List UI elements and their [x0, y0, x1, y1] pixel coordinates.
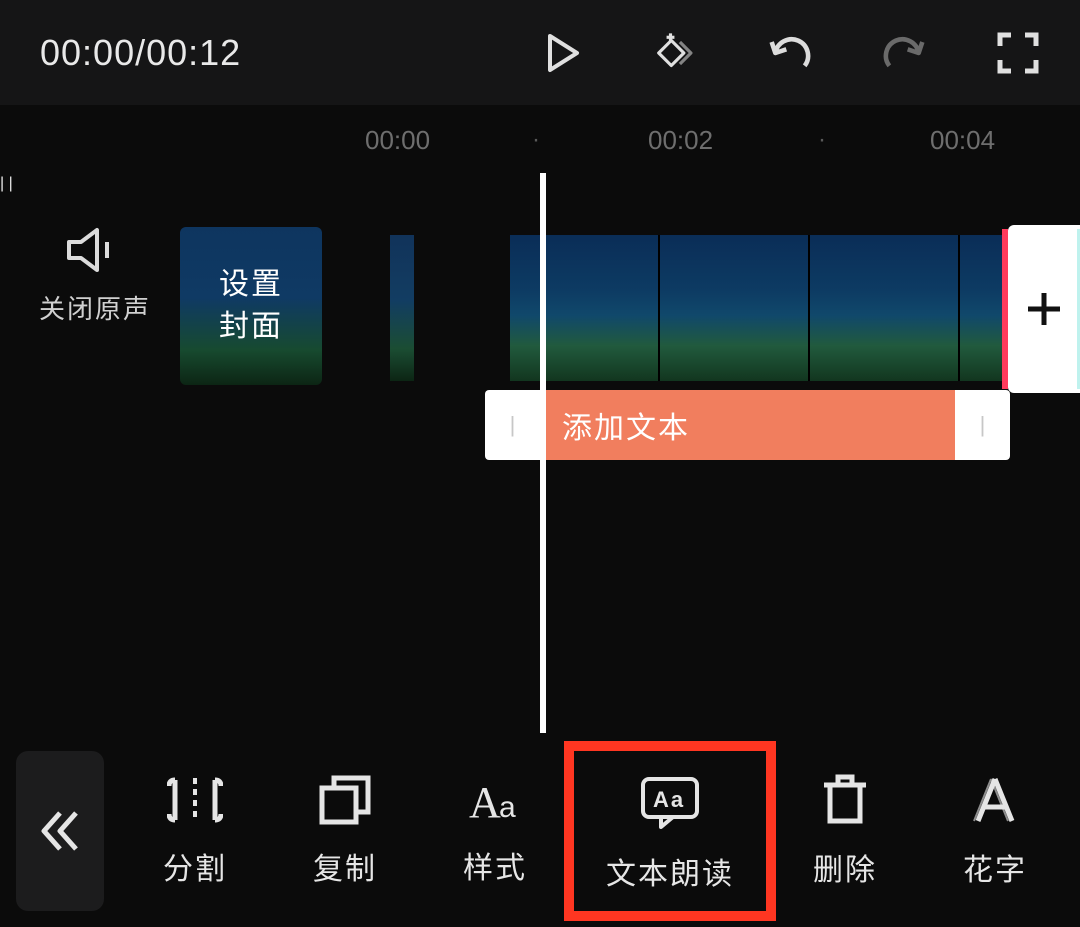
svg-text:Aa: Aa [653, 787, 685, 812]
video-clip[interactable] [510, 235, 1080, 381]
style-label: 样式 [463, 843, 527, 887]
tools-row: 分割 复制 A a 样式 Aa 文本朗读 [120, 747, 1080, 915]
delete-label: 删除 [813, 845, 877, 889]
split-tool[interactable]: 分割 [120, 756, 270, 906]
top-bar: 00:00/00:12 [0, 0, 1080, 105]
ruler-dot: · [532, 126, 540, 154]
fancy-text-tool[interactable]: 花字 [920, 755, 1070, 907]
undo-button[interactable] [768, 31, 812, 75]
text-clip[interactable]: | 添加文本 | [485, 390, 1010, 460]
fancy-label: 花字 [963, 845, 1027, 889]
fullscreen-icon [997, 32, 1039, 74]
mute-toggle[interactable]: 关闭原声 [30, 225, 160, 326]
style-icon: A a [465, 775, 525, 825]
svg-text:A: A [469, 778, 503, 825]
text-clip-label: 添加文本 [562, 403, 690, 447]
cover-thumb[interactable]: 设置 封面 [180, 227, 322, 385]
ruler-tick-1: 00:02 [648, 125, 713, 156]
delete-tool[interactable]: 删除 [770, 755, 920, 907]
trash-icon [820, 773, 870, 827]
cover-label: 设置 封面 [219, 264, 283, 348]
play-button[interactable] [540, 31, 584, 75]
text-clip-handle-right[interactable]: | [955, 390, 1010, 460]
time-ruler[interactable]: 00:00 · 00:02 · 00:04 [0, 105, 1080, 175]
ruler-tick-0: 00:00 [365, 125, 430, 156]
speaker-icon [65, 225, 125, 275]
bottom-toolbar: 分割 复制 A a 样式 Aa 文本朗读 [0, 735, 1080, 927]
fancy-text-icon [968, 773, 1022, 827]
mute-label: 关闭原声 [30, 289, 160, 326]
chevron-left-double-icon [34, 805, 86, 857]
tts-label: 文本朗读 [606, 849, 734, 893]
keyframe-icon [654, 31, 698, 75]
style-tool[interactable]: A a 样式 [420, 757, 570, 905]
text-clip-body[interactable]: 添加文本 [540, 390, 955, 460]
plus-icon [1024, 289, 1064, 329]
clip-frame [660, 235, 810, 381]
copy-icon [318, 774, 372, 826]
play-icon [541, 32, 583, 74]
copy-tool[interactable]: 复制 [270, 756, 420, 906]
time-indicator: 00:00/00:12 [40, 32, 241, 74]
redo-button[interactable] [882, 31, 926, 75]
timeline-area[interactable]: 关闭原声 设置 封面 | | | 添加文本 | [0, 175, 1080, 735]
redo-icon [882, 33, 926, 73]
svg-text:a: a [499, 791, 518, 824]
keyframe-button[interactable] [654, 31, 698, 75]
split-icon [167, 774, 223, 826]
fullscreen-button[interactable] [996, 31, 1040, 75]
add-clip-button[interactable] [1008, 225, 1080, 393]
text-clip-handle-left[interactable]: | [485, 390, 540, 460]
top-controls [540, 0, 1060, 105]
split-label: 分割 [163, 844, 227, 888]
playhead[interactable] [540, 173, 546, 733]
back-button[interactable] [16, 751, 104, 911]
clip-frame [510, 235, 660, 381]
ruler-tick-2: 00:04 [930, 125, 995, 156]
copy-label: 复制 [313, 844, 377, 888]
ruler-dot: · [818, 126, 826, 154]
clip-frame [810, 235, 960, 381]
tts-icon: Aa [637, 775, 703, 831]
clip-edge-slice [390, 235, 414, 381]
tts-tool[interactable]: Aa 文本朗读 [570, 747, 770, 915]
undo-icon [768, 33, 812, 73]
